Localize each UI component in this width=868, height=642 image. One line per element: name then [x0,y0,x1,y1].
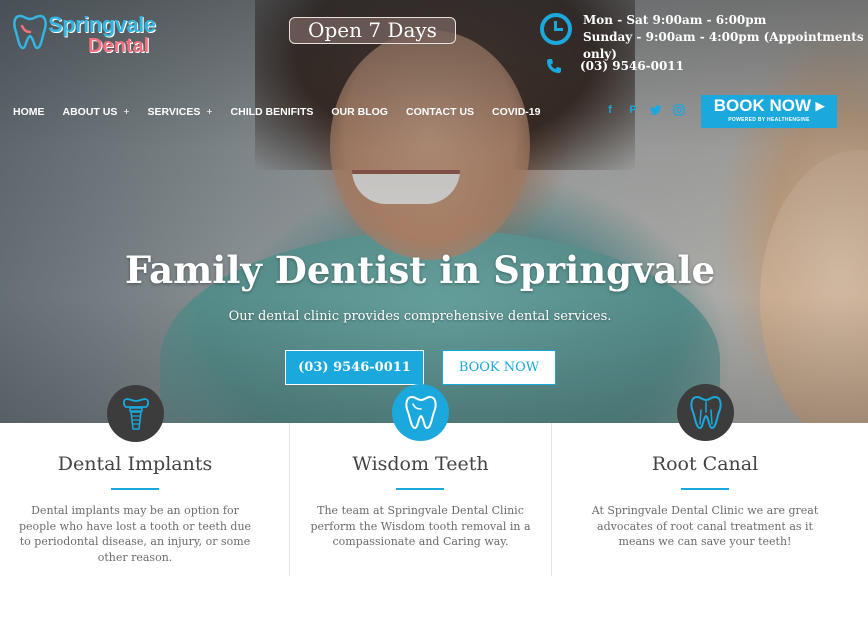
column-divider [551,423,552,576]
hours-sunday: Sunday - 9:00am - 4:00pm (Appointments o… [583,30,864,61]
nav-item-about-us[interactable]: ABOUT US + [63,105,130,119]
play-arrow-icon: ▸ [815,96,825,115]
nav-item-contact-us[interactable]: CONTACT US [406,105,474,119]
title-underline [111,488,159,490]
submenu-plus-icon: + [206,106,213,118]
submenu-plus-icon: + [123,106,130,118]
title-underline [396,488,444,490]
header-book-now-button[interactable]: BOOK NOW ▸ POWERED BY HEALTHENGINE [701,95,837,128]
twitter-icon[interactable] [650,104,662,116]
hero-banner [0,0,868,423]
wisdom-tooth-icon [392,384,449,441]
book-now-powered-by: POWERED BY HEALTHENGINE [728,117,810,123]
open-days-badge: Open 7 Days [289,17,456,44]
nav-item-home[interactable]: HOME [13,105,45,119]
service-title: Wisdom Teeth [352,453,489,475]
pinterest-icon[interactable]: P [627,104,639,116]
nav-item-our-blog[interactable]: OUR BLOG [331,105,388,119]
hero-book-now-button[interactable]: BOOK NOW [442,350,556,385]
facebook-icon[interactable]: f [604,104,616,116]
nav-label: CHILD BENIFITS [230,106,314,118]
title-underline [681,488,729,490]
implant-icon [107,385,164,442]
nav-label: COVID-19 [492,106,541,118]
nav-label: HOME [13,106,45,118]
hero-overlay [0,0,868,423]
nav-label: SERVICES [147,106,201,118]
nav-item-services[interactable]: SERVICES + [147,105,212,119]
hero-call-button[interactable]: (03) 9546-0011 [285,350,424,385]
book-now-label: BOOK NOW ▸ [713,96,825,115]
logo-wordmark-dental: Dental [88,35,150,57]
opening-hours: Mon - Sat 9:00am - 6:00pm Sunday - 9:00a… [583,12,868,63]
service-description: Dental implants may be an option for peo… [18,504,252,564]
nav-label: ABOUT US [62,106,118,118]
hours-weekday: Mon - Sat 9:00am - 6:00pm [583,13,767,27]
services-section: Dental Implants Dental implants may be a… [0,423,868,642]
main-navigation: HOME ABOUT US + SERVICES + CHILD BENIFITS … [13,105,558,119]
nav-label: OUR BLOG [331,106,388,118]
tooth-logo-icon [13,14,47,50]
site-logo[interactable]: Springvale Dental [8,8,168,58]
header-phone-link[interactable]: (03) 9546-0011 [580,59,684,73]
service-title: Root Canal [651,453,759,475]
service-title: Dental Implants [57,453,213,475]
column-divider [289,423,290,576]
nav-item-child-benefits[interactable]: CHILD BENIFITS [231,105,314,119]
hero-title: Family Dentist in Springvale [124,248,716,292]
phone-icon [546,58,562,74]
social-links: f P [604,104,696,116]
nav-label: CONTACT US [405,106,475,118]
root-canal-icon [677,384,734,441]
service-description: At Springvale Dental Clinic we are great… [591,504,819,548]
hero-subtitle: Our dental clinic provides comprehensive… [228,309,612,324]
instagram-icon[interactable] [673,104,685,116]
nav-item-covid-19[interactable]: COVID-19 [492,105,540,119]
clock-icon [540,13,572,45]
service-description: The team at Springvale Dental Clinic per… [310,504,531,548]
